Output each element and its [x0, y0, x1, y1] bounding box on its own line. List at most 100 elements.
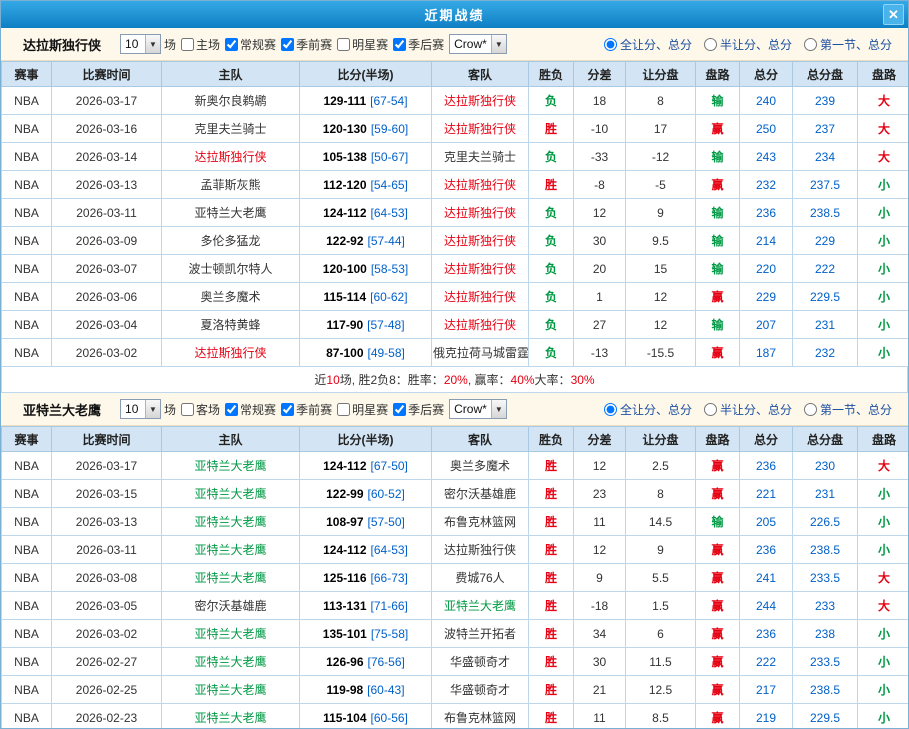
column-header: 客队 — [432, 427, 529, 452]
checkbox-venue-home[interactable]: 主场 — [178, 36, 220, 53]
checkbox-label: 客场 — [196, 401, 220, 418]
game-row: NBA2026-03-17新奥尔良鹈鹕129-111[67-54]达拉斯独行侠负… — [2, 87, 909, 115]
cell-point-diff: -8 — [574, 171, 626, 199]
radio-input[interactable] — [804, 38, 817, 51]
cell-over-under: 小 — [858, 199, 909, 227]
games-count-select[interactable]: 10 ▼ — [120, 399, 161, 419]
full-score: 120-100 — [323, 262, 367, 276]
cell-away-team: 俄克拉荷马城雷霆 — [432, 339, 529, 367]
cell-total-line: 233.5 — [793, 648, 858, 676]
odds-source-select[interactable]: Crow* ▼ — [449, 399, 507, 419]
cell-total: 236 — [740, 536, 793, 564]
cell-result: 负 — [529, 255, 574, 283]
game-row: NBA2026-02-25亚特兰大老鹰119-98[60-43]华盛顿奇才胜21… — [2, 676, 909, 704]
radio-option-3[interactable]: 第一节、总分 — [804, 401, 892, 418]
cell-over-under: 小 — [858, 480, 909, 508]
checkbox-regular-season[interactable]: 常规赛 — [222, 401, 276, 418]
half-score: [67-50] — [371, 459, 408, 473]
cell-score: 124-112[64-53] — [300, 199, 432, 227]
radio-input[interactable] — [604, 403, 617, 416]
checkbox-regular-season-input[interactable] — [225, 403, 238, 416]
game-row: NBA2026-03-14达拉斯独行侠105-138[50-67]克里夫兰骑士负… — [2, 143, 909, 171]
game-row: NBA2026-03-02达拉斯独行侠87-100[49-58]俄克拉荷马城雷霆… — [2, 339, 909, 367]
radio-label: 全让分、总分 — [620, 36, 692, 53]
cell-over-under: 小 — [858, 339, 909, 367]
cell-point-diff: -18 — [574, 592, 626, 620]
games-unit-label: 场 — [164, 36, 176, 53]
cell-total: 220 — [740, 255, 793, 283]
checkbox-venue-away[interactable]: 客场 — [178, 401, 220, 418]
cell-over-under: 大 — [858, 115, 909, 143]
cell-away-team: 奥兰多魔术 — [432, 452, 529, 480]
cell-date: 2026-03-02 — [52, 620, 162, 648]
checkbox-regular-season-input[interactable] — [225, 38, 238, 51]
half-score: [60-43] — [367, 683, 404, 697]
checkbox-playoffs-input[interactable] — [393, 38, 406, 51]
cell-over-under: 小 — [858, 171, 909, 199]
cell-total-line: 238.5 — [793, 199, 858, 227]
recent-results-modal: 近期战绩 ✕ 达拉斯独行侠 10 ▼ 场 主场常规赛季前赛明星赛季后赛 Crow… — [0, 0, 909, 729]
cell-handicap-result: 输 — [696, 143, 740, 171]
close-button[interactable]: ✕ — [883, 4, 904, 25]
full-score: 105-138 — [323, 150, 367, 164]
cell-total: 236 — [740, 452, 793, 480]
radio-option-1[interactable]: 全让分、总分 — [604, 36, 692, 53]
half-score: [75-58] — [371, 627, 408, 641]
cell-handicap-result: 赢 — [696, 676, 740, 704]
odds-source-select[interactable]: Crow* ▼ — [449, 34, 507, 54]
cell-total-line: 238 — [793, 620, 858, 648]
cell-over-under: 大 — [858, 87, 909, 115]
radio-option-3[interactable]: 第一节、总分 — [804, 36, 892, 53]
team-section: 亚特兰大老鹰 10 ▼ 场 客场常规赛季前赛明星赛季后赛 Crow* ▼ 全让分… — [1, 393, 908, 729]
cell-total: 214 — [740, 227, 793, 255]
checkbox-playoffs[interactable]: 季后赛 — [390, 36, 444, 53]
column-header: 总分盘 — [793, 427, 858, 452]
full-score: 87-100 — [326, 346, 363, 360]
checkbox-preseason[interactable]: 季前赛 — [278, 401, 332, 418]
cell-total-line: 233.5 — [793, 564, 858, 592]
radio-option-2[interactable]: 半让分、总分 — [704, 401, 792, 418]
cell-point-diff: 34 — [574, 620, 626, 648]
radio-input[interactable] — [804, 403, 817, 416]
checkbox-venue-home-input[interactable] — [181, 38, 194, 51]
cell-date: 2026-02-25 — [52, 676, 162, 704]
cell-date: 2026-03-11 — [52, 199, 162, 227]
checkbox-allstar[interactable]: 明星赛 — [334, 401, 388, 418]
cell-date: 2026-03-17 — [52, 452, 162, 480]
checkbox-allstar-input[interactable] — [337, 38, 350, 51]
checkbox-preseason-input[interactable] — [281, 38, 294, 51]
cell-handicap: 14.5 — [626, 508, 696, 536]
radio-option-2[interactable]: 半让分、总分 — [704, 36, 792, 53]
checkbox-playoffs-input[interactable] — [393, 403, 406, 416]
column-header: 分差 — [574, 427, 626, 452]
games-count-select[interactable]: 10 ▼ — [120, 34, 161, 54]
radio-input[interactable] — [604, 38, 617, 51]
cell-away-team: 华盛顿奇才 — [432, 676, 529, 704]
checkbox-preseason[interactable]: 季前赛 — [278, 36, 332, 53]
game-row: NBA2026-03-16克里夫兰骑士120-130[59-60]达拉斯独行侠胜… — [2, 115, 909, 143]
cell-handicap: -15.5 — [626, 339, 696, 367]
cell-score: 117-90[57-48] — [300, 311, 432, 339]
checkbox-regular-season[interactable]: 常规赛 — [222, 36, 276, 53]
checkbox-allstar-input[interactable] — [337, 403, 350, 416]
summary-segment: 20% — [444, 373, 468, 387]
cell-handicap-result: 输 — [696, 255, 740, 283]
checkbox-playoffs[interactable]: 季后赛 — [390, 401, 444, 418]
cell-home-team: 密尔沃基雄鹿 — [162, 592, 300, 620]
chevron-down-icon: ▼ — [145, 400, 160, 418]
game-row: NBA2026-03-11亚特兰大老鹰124-112[64-53]达拉斯独行侠负… — [2, 199, 909, 227]
cell-point-diff: 21 — [574, 676, 626, 704]
checkbox-venue-away-input[interactable] — [181, 403, 194, 416]
cell-away-team: 克里夫兰骑士 — [432, 143, 529, 171]
cell-result: 负 — [529, 311, 574, 339]
checkbox-preseason-input[interactable] — [281, 403, 294, 416]
radio-input[interactable] — [704, 403, 717, 416]
cell-total: 219 — [740, 704, 793, 729]
checkbox-label: 季前赛 — [296, 36, 332, 53]
checkbox-allstar[interactable]: 明星赛 — [334, 36, 388, 53]
radio-option-1[interactable]: 全让分、总分 — [604, 401, 692, 418]
cell-result: 胜 — [529, 592, 574, 620]
radio-input[interactable] — [704, 38, 717, 51]
cell-handicap-result: 输 — [696, 227, 740, 255]
cell-total-line: 229 — [793, 227, 858, 255]
